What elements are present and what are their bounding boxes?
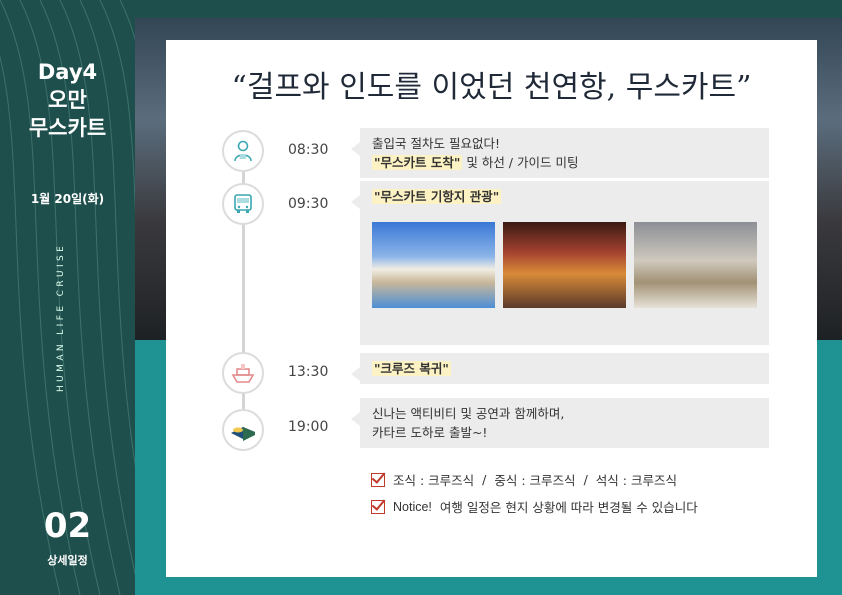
day-label: Day4	[37, 60, 98, 84]
meals-row: 조식 : 크루즈식 / 중식 : 크루즈식 / 석식 : 크루즈식	[371, 470, 677, 489]
time-label: 09:30	[288, 196, 329, 212]
passport-officer-icon	[222, 130, 264, 172]
photo-gallery	[372, 222, 757, 308]
souq-photo	[503, 222, 626, 308]
top-stripe	[135, 0, 842, 18]
itinerary-card: “걸프와 인도를 이었던 천연항, 무스카트” 08:30 출입국 절차도 필요…	[166, 40, 817, 577]
schedule-text: 및 하선 / 가이드 미팅	[462, 155, 579, 170]
schedule-highlight: "크루즈 복귀"	[372, 361, 451, 376]
day-heading: Day4 오만 무스카트	[0, 58, 135, 142]
cruise-ship-icon	[222, 352, 264, 394]
vertical-brand-text: HUMAN LIFE CRUISE	[56, 242, 66, 392]
meal-breakfast: 조식 : 크루즈식	[393, 473, 475, 488]
schedule-text: 출입국 절차도 필요없다!	[372, 136, 500, 151]
country-label: 오만	[48, 88, 87, 112]
schedule-box: 신나는 액티비티 및 공연과 함께하며, 카타르 도하로 출발~!	[351, 398, 769, 448]
meal-separator: /	[482, 472, 487, 487]
meal-dinner: 석식 : 크루즈식	[595, 473, 677, 488]
schedule-box: "무스카트 기항지 관광"	[351, 181, 769, 345]
section-number: 02	[43, 506, 92, 546]
check-icon	[371, 499, 385, 514]
city-label: 무스카트	[28, 116, 107, 140]
mosque-photo	[372, 222, 495, 308]
time-label: 19:00	[288, 419, 329, 435]
meal-separator: /	[583, 472, 588, 487]
date-label: 1월 20일(화)	[30, 192, 105, 206]
schedule-highlight: "무스카트 기항지 관광"	[372, 189, 502, 204]
bed-icon	[222, 409, 264, 451]
section-label: 상세일정	[47, 554, 88, 567]
bus-icon	[222, 183, 264, 225]
schedule-text: 카타르 도하로 출발~!	[372, 425, 488, 440]
village-photo	[634, 222, 757, 308]
schedule-box: "크루즈 복귀"	[351, 353, 769, 384]
schedule-highlight: "무스카트 도착"	[372, 155, 463, 170]
notice-text: 여행 일정은 현지 상황에 따라 변경될 수 있습니다	[439, 500, 698, 515]
check-icon	[371, 472, 385, 487]
schedule-text: 신나는 액티비티 및 공연과 함께하며,	[372, 406, 565, 421]
time-label: 08:30	[288, 142, 329, 158]
meal-lunch: 중식 : 크루즈식	[494, 473, 576, 488]
notice-row: Notice! 여행 일정은 현지 상황에 따라 변경될 수 있습니다	[371, 497, 698, 516]
page-title: “걸프와 인도를 이었던 천연항, 무스카트”	[231, 70, 752, 105]
sidebar: Day4 오만 무스카트 1월 20일(화) HUMAN LIFE CRUISE…	[0, 0, 135, 595]
time-label: 13:30	[288, 364, 329, 380]
notice-label: Notice!	[393, 499, 432, 514]
schedule-box: 출입국 절차도 필요없다! "무스카트 도착" 및 하선 / 가이드 미팅	[351, 128, 769, 178]
